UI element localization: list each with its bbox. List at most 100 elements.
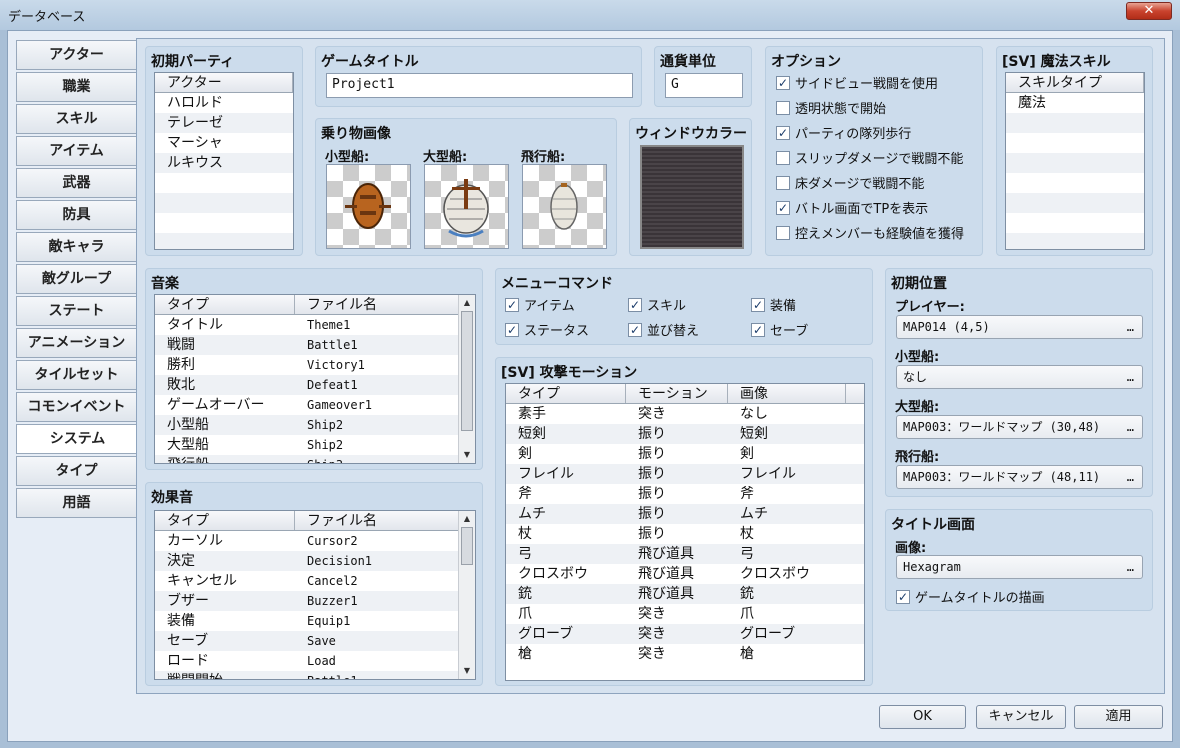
sound-row[interactable]: セーブ Save bbox=[155, 631, 475, 651]
skill-type-row[interactable] bbox=[1006, 113, 1144, 133]
skill-type-row[interactable] bbox=[1006, 153, 1144, 173]
scroll-up-icon[interactable]: ▲ bbox=[462, 514, 472, 524]
motion-row[interactable]: 斧 振り 斧 bbox=[506, 484, 864, 504]
option-checkbox-6[interactable]: 控えメンバーも経験値を獲得 bbox=[776, 223, 964, 242]
menu-command-checkbox-5[interactable]: ✓ セーブ bbox=[751, 320, 808, 339]
sound-row[interactable]: キャンセル Cancel2 bbox=[155, 571, 475, 591]
tab-6[interactable]: 敵キャラ bbox=[16, 232, 137, 262]
boat-position-select[interactable]: なし… bbox=[896, 365, 1143, 389]
music-row[interactable]: ゲームオーバー Gameover1 bbox=[155, 395, 475, 415]
tab-4[interactable]: 武器 bbox=[16, 168, 137, 198]
sound-row[interactable]: ブザー Buzzer1 bbox=[155, 591, 475, 611]
draw-game-title-checkbox[interactable]: ✓ ゲームタイトルの描画 bbox=[896, 587, 1045, 606]
menu-command-checkbox-2[interactable]: ✓ 装備 bbox=[751, 295, 796, 314]
scroll-down-icon[interactable]: ▼ bbox=[462, 450, 472, 460]
menu-command-checkbox-3[interactable]: ✓ ステータス bbox=[505, 320, 589, 339]
motion-row[interactable]: 剣 振り 剣 bbox=[506, 444, 864, 464]
sound-row[interactable]: カーソル Cursor2 bbox=[155, 531, 475, 551]
menu-command-checkbox-1[interactable]: ✓ スキル bbox=[628, 295, 686, 314]
close-button[interactable]: ✕ bbox=[1126, 2, 1172, 20]
tab-2[interactable]: スキル bbox=[16, 104, 137, 134]
tab-11[interactable]: コモンイベント bbox=[16, 392, 137, 422]
skill-type-row[interactable]: 魔法 bbox=[1006, 93, 1144, 113]
sound-row[interactable]: ロード Load bbox=[155, 651, 475, 671]
game-title-input[interactable]: Project1 bbox=[326, 73, 633, 98]
tab-5[interactable]: 防具 bbox=[16, 200, 137, 230]
option-checkbox-2[interactable]: ✓ パーティの隊列歩行 bbox=[776, 123, 911, 142]
party-list[interactable]: アクター ハロルド テレーゼ マーシャ ルキウス bbox=[154, 72, 294, 250]
music-scroll-thumb[interactable] bbox=[461, 311, 473, 431]
tab-7[interactable]: 敵グループ bbox=[16, 264, 137, 294]
sound-row[interactable]: 戦闘開始Battle1 bbox=[155, 671, 475, 679]
currency-input[interactable]: G bbox=[665, 73, 743, 98]
option-checkbox-0[interactable]: ✓ サイドビュー戦闘を使用 bbox=[776, 73, 938, 92]
motion-row[interactable]: 弓 飛び道具 弓 bbox=[506, 544, 864, 564]
sound-scroll-thumb[interactable] bbox=[461, 527, 473, 565]
party-member-row[interactable] bbox=[155, 233, 293, 249]
window-color-preview[interactable] bbox=[640, 145, 744, 249]
title-image-select[interactable]: Hexagram… bbox=[896, 555, 1143, 579]
tab-10[interactable]: タイルセット bbox=[16, 360, 137, 390]
party-member-row[interactable]: ルキウス bbox=[155, 153, 293, 173]
tab-14[interactable]: 用語 bbox=[16, 488, 137, 518]
player-position-select[interactable]: MAP014 (4,5)… bbox=[896, 315, 1143, 339]
tab-1[interactable]: 職業 bbox=[16, 72, 137, 102]
option-checkbox-3[interactable]: スリップダメージで戦闘不能 bbox=[776, 148, 963, 167]
motion-row[interactable]: 銃 飛び道具 銃 bbox=[506, 584, 864, 604]
tab-3[interactable]: アイテム bbox=[16, 136, 137, 166]
airship-position-select[interactable]: MAP003：ワールドマップ (48,11)… bbox=[896, 465, 1143, 489]
magic-skills-list[interactable]: スキルタイプ 魔法 bbox=[1005, 72, 1145, 250]
music-row[interactable]: タイトル Theme1 bbox=[155, 315, 475, 335]
music-row[interactable]: 飛行船Ship3 bbox=[155, 455, 475, 463]
attack-motion-table[interactable]: タイプ モーション 画像 素手 突き なし 短剣 振り 短剣剣振り剣フレイル 振り フレイル斧振り… bbox=[505, 383, 865, 681]
apply-button[interactable]: 適用 bbox=[1074, 705, 1163, 729]
motion-row[interactable]: 槍 突き 槍 bbox=[506, 644, 864, 664]
sound-effects-list[interactable]: タイプ ファイル名 カーソル Cursor2 決定 Decision1 キャンセル Canc… bbox=[154, 510, 476, 680]
party-member-row[interactable] bbox=[155, 193, 293, 213]
music-row[interactable]: 小型船 Ship2 bbox=[155, 415, 475, 435]
music-row[interactable]: 戦闘 Battle1 bbox=[155, 335, 475, 355]
tab-0[interactable]: アクター bbox=[16, 40, 137, 70]
skill-type-row[interactable] bbox=[1006, 233, 1144, 249]
skill-type-row[interactable] bbox=[1006, 193, 1144, 213]
motion-row[interactable]: フレイル 振り フレイル bbox=[506, 464, 864, 484]
cancel-button[interactable]: キャンセル bbox=[976, 705, 1066, 729]
skill-type-row[interactable] bbox=[1006, 133, 1144, 153]
music-list[interactable]: タイプ ファイル名 タイトル Theme1 戦闘 Battle1 勝利 Victory1 敗北… bbox=[154, 294, 476, 464]
tab-12[interactable]: システム bbox=[16, 424, 138, 454]
music-row[interactable]: 敗北 Defeat1 bbox=[155, 375, 475, 395]
motion-row[interactable]: 杖 振り 杖 bbox=[506, 524, 864, 544]
sound-row[interactable]: 装備 Equip1 bbox=[155, 611, 475, 631]
sound-scrollbar[interactable]: ▲ ▼ bbox=[458, 511, 475, 679]
large-ship-image[interactable] bbox=[424, 164, 509, 249]
party-member-row[interactable]: テレーゼ bbox=[155, 113, 293, 133]
skill-type-row[interactable] bbox=[1006, 213, 1144, 233]
party-member-row[interactable] bbox=[155, 173, 293, 193]
option-checkbox-5[interactable]: ✓ バトル画面でTPを表示 bbox=[776, 198, 928, 217]
music-row[interactable]: 勝利 Victory1 bbox=[155, 355, 475, 375]
motion-row[interactable]: クロスボウ 飛び道具 クロスボウ bbox=[506, 564, 864, 584]
scroll-up-icon[interactable]: ▲ bbox=[462, 298, 472, 308]
motion-row[interactable]: グローブ 突き グローブ bbox=[506, 624, 864, 644]
motion-row[interactable]: 素手 突き なし bbox=[506, 404, 864, 424]
party-member-row[interactable] bbox=[155, 213, 293, 233]
airship-image[interactable] bbox=[522, 164, 607, 249]
tab-8[interactable]: ステート bbox=[16, 296, 137, 326]
ok-button[interactable]: OK bbox=[879, 705, 966, 729]
sound-row[interactable]: 決定 Decision1 bbox=[155, 551, 475, 571]
motion-row[interactable]: ムチ 振り ムチ bbox=[506, 504, 864, 524]
music-scrollbar[interactable]: ▲ ▼ bbox=[458, 295, 475, 463]
music-row[interactable]: 大型船 Ship2 bbox=[155, 435, 475, 455]
tab-13[interactable]: タイプ bbox=[16, 456, 137, 486]
motion-row[interactable]: 短剣 振り 短剣 bbox=[506, 424, 864, 444]
party-member-row[interactable]: ハロルド bbox=[155, 93, 293, 113]
party-member-row[interactable]: マーシャ bbox=[155, 133, 293, 153]
menu-command-checkbox-0[interactable]: ✓ アイテム bbox=[505, 295, 575, 314]
scroll-down-icon[interactable]: ▼ bbox=[462, 666, 472, 676]
option-checkbox-4[interactable]: 床ダメージで戦闘不能 bbox=[776, 173, 924, 192]
skill-type-row[interactable] bbox=[1006, 173, 1144, 193]
ship-position-select[interactable]: MAP003：ワールドマップ (30,48)… bbox=[896, 415, 1143, 439]
menu-command-checkbox-4[interactable]: ✓ 並び替え bbox=[628, 320, 699, 339]
motion-row[interactable]: 爪 突き 爪 bbox=[506, 604, 864, 624]
small-boat-image[interactable] bbox=[326, 164, 411, 249]
